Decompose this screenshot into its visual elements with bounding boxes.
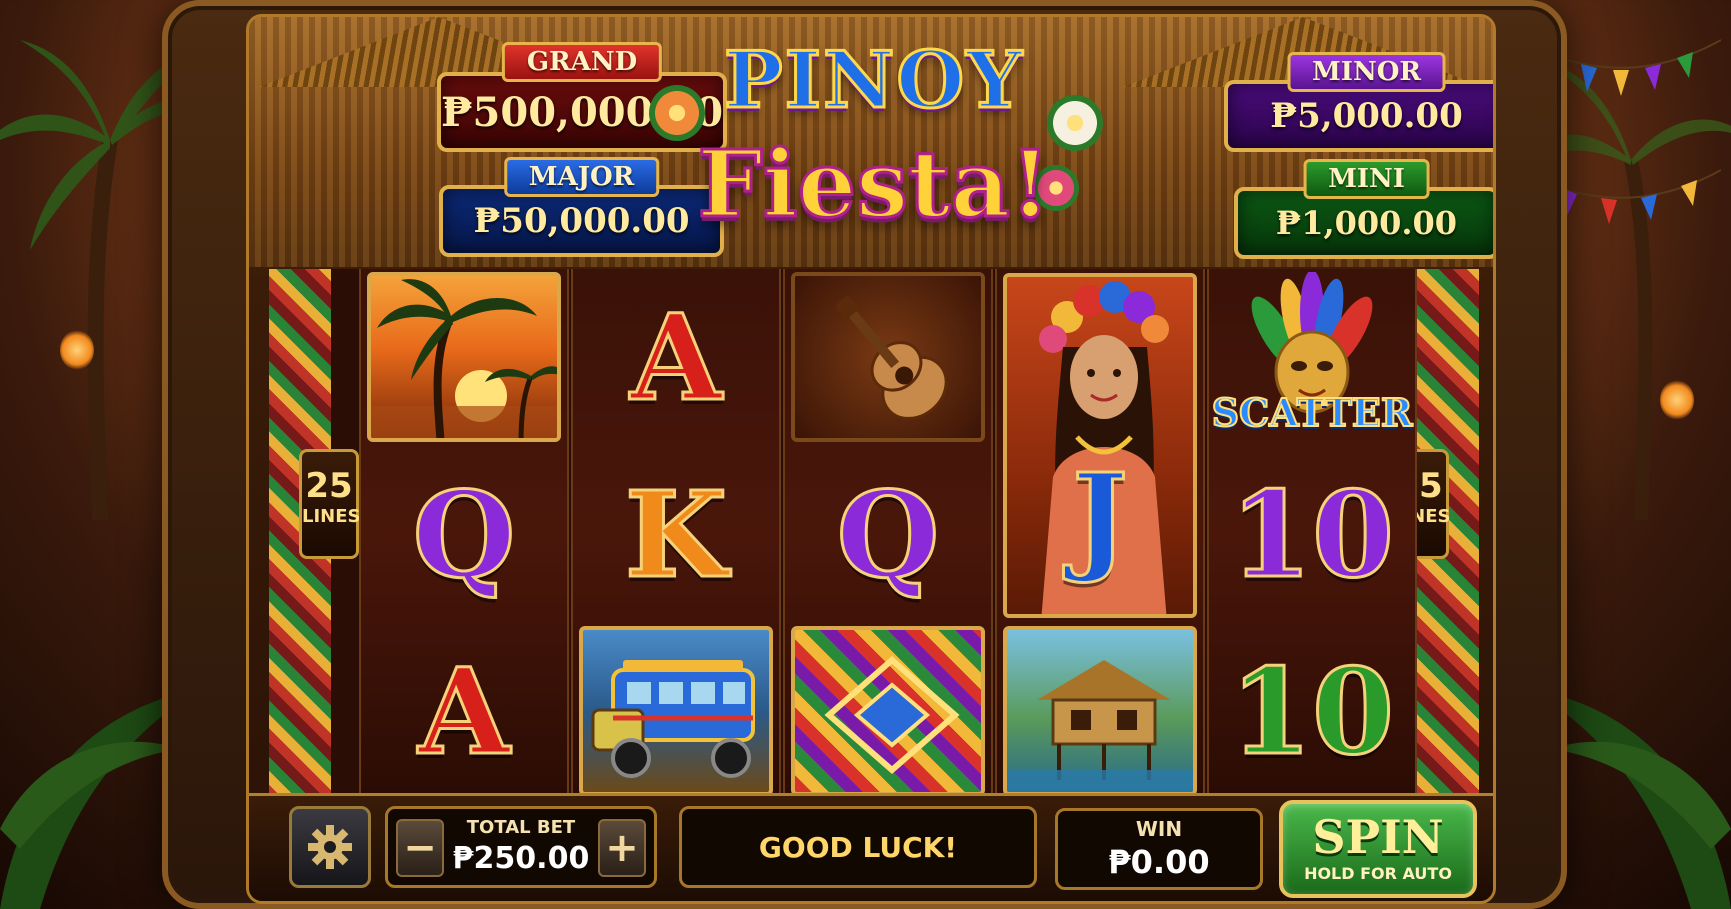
jeepney-icon [591,660,755,778]
symbol-jeepney [573,623,779,799]
total-bet-panel: − TOTAL BET ₱250.00 + [385,806,657,888]
logo-title-fiesta: Fiesta! [696,129,1052,240]
palm-sunset-icon [371,279,557,438]
header-thatch: ₱500,000.00 GRAND ₱50,000.00 MAJOR ₱5,00… [249,17,1493,267]
lantern-light [1660,380,1694,420]
symbol-10: 10 [1209,623,1415,799]
reel-3: Q [783,269,993,799]
slot-cabinet: ₱500,000.00 GRAND ₱50,000.00 MAJOR ₱5,00… [162,0,1567,909]
jackpot-minor-label: MINOR [1287,52,1446,92]
spin-hold-hint: HOLD FOR AUTO [1304,864,1452,883]
jackpot-mini: ₱1,000.00 MINI [1234,159,1493,259]
control-panel: − TOTAL BET ₱250.00 + GOOD LUCK! WIN ₱0.… [249,793,1493,901]
settings-button[interactable] [289,806,371,888]
scatter-label: SCATTER [1211,389,1414,436]
symbol-fiesta-woman: J [997,269,1203,622]
win-panel: WIN ₱0.00 [1055,808,1263,890]
jackpot-mini-label: MINI [1303,159,1430,199]
reel-4: J [995,269,1205,799]
card-letter: 10 [1228,463,1395,605]
win-value: ₱0.00 [1108,843,1210,881]
paylines-badge-left: 25 LINES [299,449,361,559]
lantern-light [60,330,94,370]
symbol-nipa-hut [997,623,1203,799]
symbol-palm-sunset [361,269,567,445]
spin-button[interactable]: SPIN HOLD FOR AUTO [1279,800,1477,898]
symbol-k: K [573,446,779,622]
bet-increase-button[interactable]: + [598,819,646,877]
reel-5: SCATTER 10 10 [1207,269,1417,799]
symbol-a: A [573,269,779,445]
total-bet-label: TOTAL BET [466,817,576,838]
card-letter: 10 [1228,640,1395,782]
card-letter: Q [835,463,941,605]
card-letter: A [417,640,512,782]
nipa-hut-icon [1007,660,1193,792]
gear-icon [308,825,352,869]
bunting-flags [1541,39,1721,224]
message-display: GOOD LUCK! [679,806,1037,888]
ukulele-icon [835,295,948,420]
symbol-a: A [361,623,567,799]
symbol-10: 10 [1209,446,1415,622]
bet-decrease-button[interactable]: − [396,819,444,877]
jackpot-minor: ₱5,000.00 MINOR [1224,52,1493,152]
card-letter: J [1071,446,1130,588]
reels-area: 25 LINES 25 LINES Q A A K Q J SCATTER 10… [269,269,1479,799]
game-screen: ₱500,000.00 GRAND ₱50,000.00 MAJOR ₱5,00… [246,14,1496,904]
game-logo: PINOY Fiesta! [639,25,1109,255]
symbol-q: Q [361,446,567,622]
reel-1: Q A [359,269,569,799]
jackpot-major-label: MAJOR [503,157,660,197]
card-letter: A [629,286,724,428]
spin-label: SPIN [1312,810,1444,864]
woven-mat-icon [824,656,960,774]
paylines-count: 25 [305,466,353,506]
symbol-q: Q [785,446,991,622]
logo-title-pinoy: PINOY [722,34,1025,128]
reel-2: A K [571,269,781,799]
symbol-ukulele [785,269,991,445]
paylines-label: LINES [302,506,361,527]
symbol-scatter: SCATTER [1209,269,1415,445]
win-label: WIN [1135,817,1183,841]
card-letter: K [623,463,729,605]
total-bet-value: ₱250.00 [452,841,590,876]
card-letter: Q [411,463,517,605]
symbol-woven-mat [785,623,991,799]
